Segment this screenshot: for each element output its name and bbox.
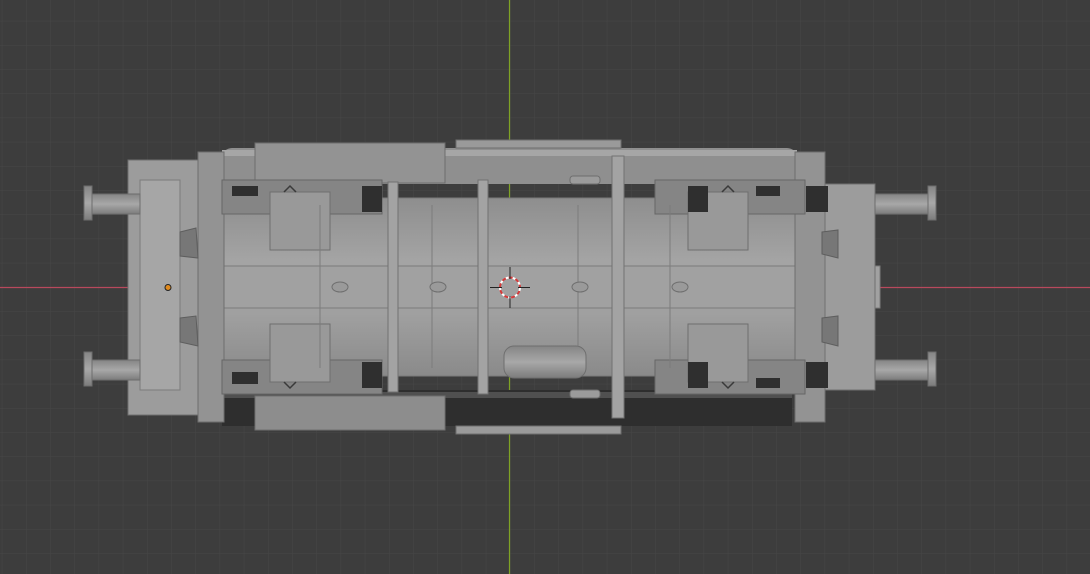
- 3d-viewport[interactable]: [0, 0, 1090, 574]
- origin-icon[interactable]: [164, 284, 172, 291]
- viewport-canvas[interactable]: [0, 0, 1090, 574]
